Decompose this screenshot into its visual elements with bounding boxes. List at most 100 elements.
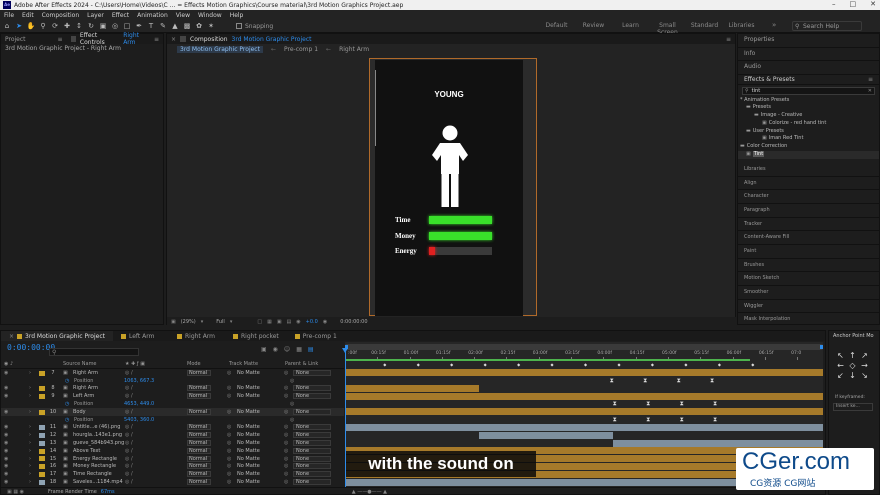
expand-arrow-icon[interactable]: › [29,370,31,376]
pickwhip-icon[interactable]: ◎ [284,471,288,477]
motion-blur-icon[interactable]: ◉ [273,346,278,353]
zoom-tool-icon[interactable]: ⚲ [38,22,48,31]
blend-mode-dropdown[interactable]: Normal [187,385,211,392]
timeline-tab[interactable]: Right pocket [225,331,287,341]
panel-properties[interactable]: Properties [738,34,879,48]
panel-character[interactable]: Character [738,190,879,204]
visibility-eye-icon[interactable]: ◉ [4,432,8,438]
matte-toggle-icon[interactable]: ◎ [227,463,231,469]
label-color-swatch[interactable] [39,448,45,454]
parent-dropdown[interactable]: None [293,471,331,478]
blend-mode-dropdown[interactable]: Normal [187,455,211,462]
lock-icon[interactable] [70,36,76,42]
keyframe-icon[interactable]: ⧗ [713,400,717,408]
menu-file[interactable]: File [4,12,14,19]
parent-dropdown[interactable]: None [293,408,331,415]
frame-blending-icon[interactable]: ▦ [296,346,302,353]
layer-name[interactable]: Money Rectangle [73,463,116,469]
blend-mode-dropdown[interactable]: Normal [187,424,211,431]
expand-arrow-icon[interactable]: › [29,409,31,415]
blend-mode-dropdown[interactable]: Normal [187,432,211,439]
pan-tool-icon[interactable]: ✚ [62,22,72,31]
roto-brush-tool-icon[interactable]: ✿ [194,22,204,31]
brush-tool-icon[interactable]: ✎ [158,22,168,31]
layer-row[interactable]: ◉ › 14 ▣ Above Text ◎ / Normal ◎ No Matte ◎ None [1,447,344,455]
matte-toggle-icon[interactable]: ◎ [227,440,231,446]
layer-name[interactable]: Time Rectangle [73,471,112,477]
label-color-swatch[interactable] [39,479,45,485]
keyframe-icon[interactable]: ◆ [450,362,453,367]
label-color-swatch[interactable] [39,386,45,392]
matte-toggle-icon[interactable]: ◎ [227,432,231,438]
keyframe-icon[interactable]: ⧗ [713,416,717,424]
close-icon[interactable]: ✕ [870,0,876,8]
shape-tool-icon[interactable]: □ [122,22,132,31]
expand-arrow-icon[interactable]: › [29,456,31,462]
layer-switches[interactable]: ◎ / [125,432,133,438]
matte-toggle-icon[interactable]: ◎ [227,370,231,376]
layer-name[interactable]: Right Arm [73,370,98,376]
menu-window[interactable]: Window [198,12,222,19]
visibility-eye-icon[interactable]: ◉ [4,479,8,485]
property-row[interactable]: Position ◷ 4653, 449.0 ◎ [1,400,344,408]
layer-duration-bar[interactable] [612,439,823,447]
guides-icon[interactable]: ▤ [287,319,292,325]
track-matte-dropdown[interactable]: No Matte [237,456,260,462]
property-value[interactable]: 1063, 667.3 [124,378,154,384]
label-color-swatch[interactable] [39,432,45,438]
shy-icon[interactable]: ☺ [284,346,290,353]
panel-info[interactable]: Info [738,48,879,61]
panel-smoother[interactable]: Smoother [738,286,879,300]
layer-switches[interactable]: ◎ / [125,479,133,485]
parent-dropdown[interactable]: None [293,432,331,439]
home-icon[interactable]: ⌂ [2,22,12,31]
property-value[interactable]: 4653, 449.0 [124,401,154,407]
expand-arrow-icon[interactable]: › [29,385,31,391]
panel-wiggler[interactable]: Wiggler [738,300,879,314]
visibility-eye-icon[interactable]: ◉ [4,370,8,376]
timeline-tab[interactable]: Left Arm [113,331,169,341]
comp-lock-icon[interactable] [180,36,187,42]
layer-row[interactable]: ◉ › 12 ▣ hourgla..143e1.png ◎ / Normal ◎ No Matt… [1,431,344,439]
camera-tool-icon[interactable]: ▣ [98,22,108,31]
parent-dropdown[interactable]: None [293,440,331,447]
track-matte-dropdown[interactable]: No Matte [237,385,260,391]
keyframe-icon[interactable]: ◆ [383,362,386,367]
layer-row[interactable]: ◉ › 17 ▣ Time Rectangle ◎ / Normal ◎ No Matte ◎ No… [1,470,344,478]
expression-icon[interactable]: ◎ [290,401,294,407]
panel-audio[interactable]: Audio [738,61,879,75]
comp-subtab[interactable]: Pre-comp 1 [284,46,318,53]
layer-switches[interactable]: ◎ / [125,409,133,415]
layer-row[interactable]: ◉ › 7 ▣ Right Arm ◎ / Normal ◎ No Matte ◎ None [1,369,344,377]
visibility-eye-icon[interactable]: ◉ [4,385,8,391]
matte-toggle-icon[interactable]: ◎ [227,409,231,415]
comp-preview[interactable]: YOUNG Time Money Energy [375,60,523,316]
layer-duration-bar[interactable] [345,392,823,400]
blend-mode-dropdown[interactable]: Normal [187,393,211,400]
anchor-top-icon[interactable]: ↑ [847,351,858,360]
work-area-bar[interactable] [345,344,823,350]
keyframe-icon[interactable]: ⧗ [613,416,617,424]
matte-toggle-icon[interactable]: ◎ [227,385,231,391]
comp-timecode[interactable]: 0:00:00:00 [340,319,367,325]
label-color-swatch[interactable] [39,370,45,376]
matte-toggle-icon[interactable]: ◎ [227,456,231,462]
label-color-swatch[interactable] [39,471,45,477]
expand-arrow-icon[interactable]: › [29,424,31,430]
parent-dropdown[interactable]: None [293,424,331,431]
exposure-value[interactable]: +0.0 [306,319,318,325]
keyframe-icon[interactable]: ◆ [651,362,654,367]
clear-search-icon[interactable]: ✕ [868,88,872,94]
resolution-dropdown[interactable]: Full [216,319,225,325]
anchor-left-icon[interactable]: ← [835,361,846,370]
keyframe-icon[interactable]: ◆ [584,362,587,367]
label-color-swatch[interactable] [39,425,45,431]
expand-arrow-icon[interactable]: › [29,479,31,485]
matte-toggle-icon[interactable]: ◎ [227,424,231,430]
parent-dropdown[interactable]: None [293,447,331,454]
keyframe-icon[interactable]: ◆ [517,362,520,367]
keyframe-icon[interactable]: ⧗ [677,377,681,385]
playhead-icon[interactable] [342,348,348,353]
pickwhip-icon[interactable]: ◎ [284,456,288,462]
layer-duration-bar[interactable] [478,431,613,439]
